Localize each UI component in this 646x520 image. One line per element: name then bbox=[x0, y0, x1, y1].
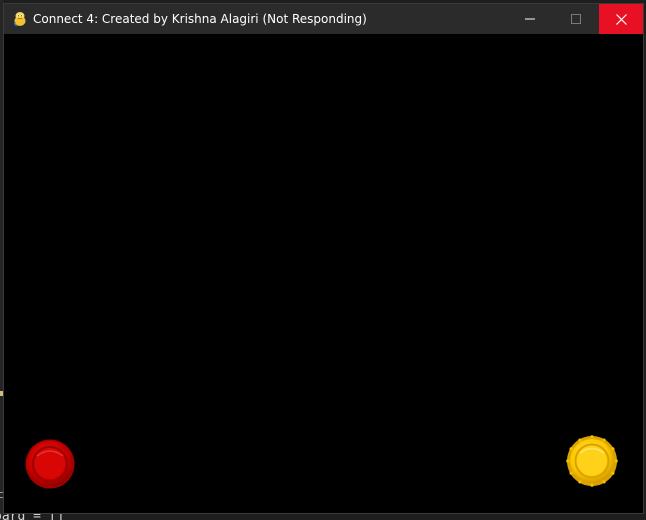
maximize-icon bbox=[571, 14, 581, 24]
minimize-icon bbox=[525, 18, 535, 20]
close-icon bbox=[615, 13, 627, 25]
title-bar[interactable]: Connect 4: Created by Krishna Alagiri (N… bbox=[4, 4, 643, 34]
maximize-button[interactable] bbox=[553, 4, 599, 34]
yellow-disc-icon bbox=[566, 435, 618, 487]
minimize-button[interactable] bbox=[507, 4, 553, 34]
game-canvas[interactable] bbox=[4, 34, 643, 513]
desktop: oard = [] Connect 4: Created by Krishna … bbox=[0, 0, 646, 520]
background-editor-marker bbox=[0, 391, 3, 396]
close-button[interactable] bbox=[599, 4, 643, 34]
red-disc-icon bbox=[25, 439, 75, 489]
background-editor-glyph bbox=[0, 492, 3, 498]
game-window[interactable]: Connect 4: Created by Krishna Alagiri (N… bbox=[4, 4, 643, 513]
pygame-snake-icon[interactable] bbox=[12, 11, 28, 27]
